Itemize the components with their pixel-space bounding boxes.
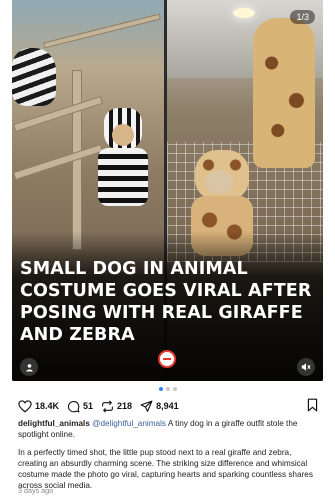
repost-count: 218 — [117, 401, 133, 411]
repost-icon — [102, 400, 113, 412]
send-icon — [140, 400, 153, 412]
action-bar: 18.4K 51 218 8,941 — [18, 397, 318, 415]
dog-in-zebra-costume — [98, 108, 150, 218]
heart-icon — [18, 399, 32, 412]
caption-mention[interactable]: @delightful_animals — [92, 419, 166, 428]
brand-logo-icon — [158, 350, 176, 368]
zebra — [12, 48, 56, 106]
carousel-dot — [165, 387, 170, 391]
caption-body: In a perfectly timed shot, the little pu… — [18, 448, 313, 490]
user-icon[interactable] — [20, 358, 38, 376]
post-headline: SMALL DOG IN ANIMAL COSTUME GOES VIRAL A… — [20, 259, 312, 345]
post-media-carousel[interactable]: 1/3 SMALL DOG IN ANIMAL COSTUME GOES VIR… — [12, 0, 323, 381]
post-caption: delightful_animals @delightful_animals A… — [18, 418, 318, 498]
carousel-dot — [158, 387, 163, 391]
bookmark-icon — [307, 398, 318, 412]
comment-bubble-icon — [68, 400, 80, 412]
page-indicator: 1/3 — [290, 10, 315, 24]
comment-count: 51 — [83, 401, 94, 411]
carousel-dots — [0, 387, 335, 391]
giraffe — [253, 18, 315, 168]
like-count: 18.4K — [35, 401, 60, 411]
carousel-dot — [172, 387, 177, 391]
repost-button[interactable]: 218 — [101, 400, 132, 413]
save-button[interactable] — [307, 398, 318, 417]
share-count: 8,941 — [156, 401, 179, 411]
caption-username[interactable]: delightful_animals — [18, 419, 90, 428]
like-button[interactable]: 18.4K — [18, 399, 60, 413]
share-button[interactable]: 8,941 — [140, 400, 179, 413]
speaker-muted-icon[interactable] — [297, 358, 315, 376]
post-timestamp: 3 days ago — [18, 486, 54, 495]
comment-button[interactable]: 51 — [67, 400, 93, 413]
